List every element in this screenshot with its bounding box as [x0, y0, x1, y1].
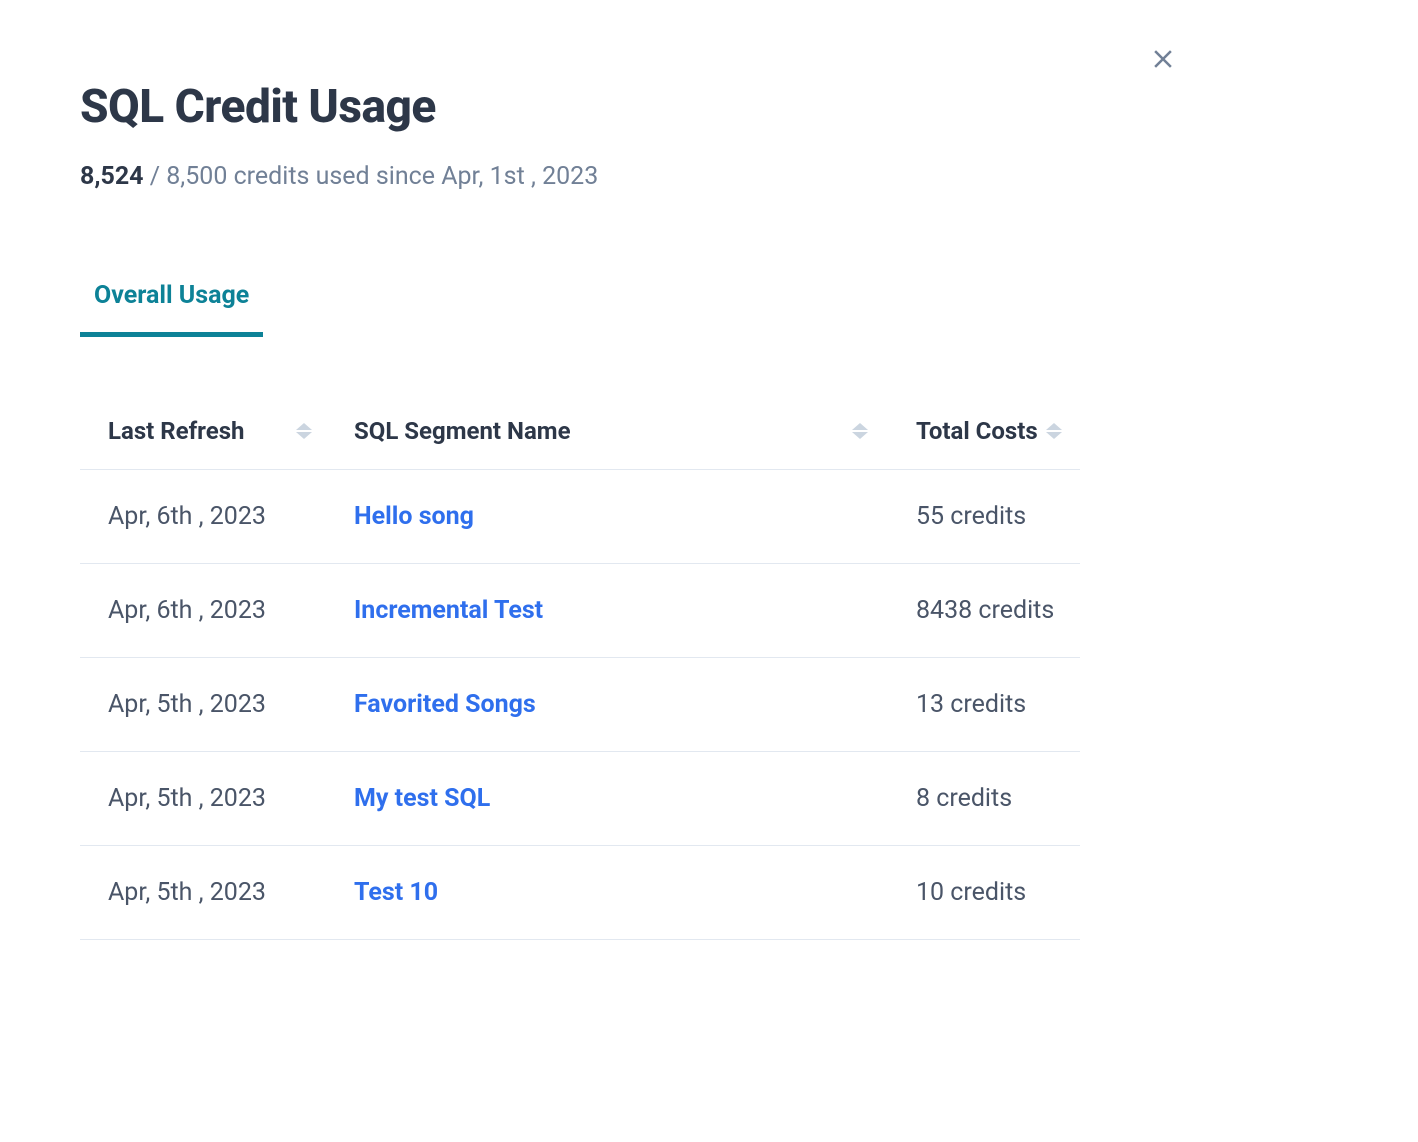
segment-link[interactable]: Test 10 [354, 878, 438, 907]
cell-total-costs: 10 credits [868, 878, 1080, 907]
segment-link[interactable]: Hello song [354, 502, 474, 531]
table-header: Last Refresh SQL Segment Name Total Cost… [80, 397, 1080, 470]
page-title: SQL Credit Usage [80, 80, 1080, 134]
credits-used-suffix: / 8,500 credits used since Apr, 1st , 20… [144, 162, 599, 191]
sort-icon [296, 423, 312, 439]
cell-last-refresh: Apr, 5th , 2023 [80, 784, 312, 813]
table-row: Apr, 5th , 2023 My test SQL 8 credits [80, 752, 1080, 846]
table-row: Apr, 5th , 2023 Test 10 10 credits [80, 846, 1080, 940]
credits-summary: 8,524 / 8,500 credits used since Apr, 1s… [80, 162, 1080, 191]
col-header-segment-name[interactable]: SQL Segment Name [312, 417, 868, 445]
col-header-total-costs[interactable]: Total Costs [868, 417, 1080, 445]
cell-total-costs: 8 credits [868, 784, 1080, 813]
tab-overall-usage[interactable]: Overall Usage [80, 281, 263, 337]
close-button[interactable] [1148, 44, 1178, 80]
cell-last-refresh: Apr, 6th , 2023 [80, 596, 312, 625]
sort-icon [1046, 423, 1062, 439]
table-row: Apr, 5th , 2023 Favorited Songs 13 credi… [80, 658, 1080, 752]
segment-link[interactable]: Favorited Songs [354, 690, 536, 719]
table-row: Apr, 6th , 2023 Incremental Test 8438 cr… [80, 564, 1080, 658]
table-row: Apr, 6th , 2023 Hello song 55 credits [80, 470, 1080, 564]
segment-link[interactable]: My test SQL [354, 784, 490, 813]
col-header-total-costs-label: Total Costs [916, 417, 1038, 445]
table-body: Apr, 6th , 2023 Hello song 55 credits Ap… [80, 470, 1080, 940]
col-header-segment-name-label: SQL Segment Name [354, 417, 571, 445]
tabs: Overall Usage [80, 281, 1080, 337]
sort-icon [852, 423, 868, 439]
usage-table: Last Refresh SQL Segment Name Total Cost… [80, 397, 1080, 940]
col-header-last-refresh[interactable]: Last Refresh [80, 417, 312, 445]
cell-total-costs: 13 credits [868, 690, 1080, 719]
cell-last-refresh: Apr, 5th , 2023 [80, 690, 312, 719]
col-header-last-refresh-label: Last Refresh [108, 417, 244, 445]
segment-link[interactable]: Incremental Test [354, 596, 543, 625]
credits-used-value: 8,524 [80, 162, 144, 191]
close-icon [1148, 41, 1178, 83]
cell-total-costs: 8438 credits [868, 596, 1080, 625]
cell-last-refresh: Apr, 5th , 2023 [80, 878, 312, 907]
cell-last-refresh: Apr, 6th , 2023 [80, 502, 312, 531]
cell-total-costs: 55 credits [868, 502, 1080, 531]
